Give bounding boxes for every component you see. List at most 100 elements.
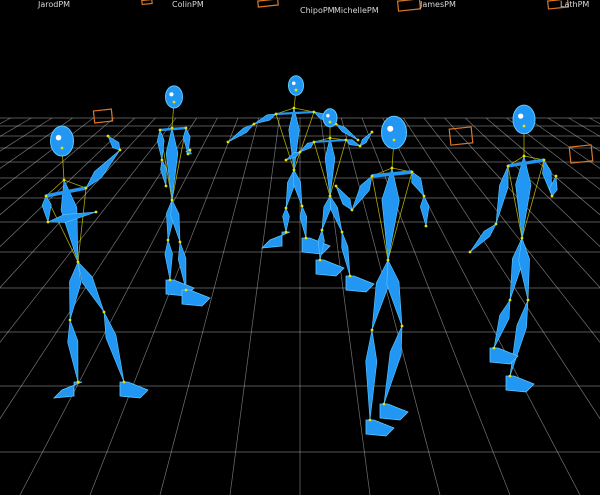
grid-line-depth <box>19 117 218 495</box>
marker-dot <box>170 198 174 202</box>
bone <box>321 194 331 231</box>
bone <box>103 311 125 383</box>
bone <box>253 113 277 125</box>
performer-label-michelle[interactable]: MichellePM <box>334 6 379 16</box>
bone <box>351 175 373 211</box>
marker-dot <box>392 138 396 142</box>
marker-dot <box>340 230 344 234</box>
bone <box>386 258 403 327</box>
marker-dot <box>294 88 298 92</box>
performer-label-jarod[interactable]: JarodPM <box>38 0 70 10</box>
grid-line-depth <box>0 117 94 190</box>
marker-dot <box>184 288 188 292</box>
camera-icon <box>568 144 594 164</box>
performer-label-chipo[interactable]: ChipoPM <box>300 6 335 16</box>
marker-dot <box>494 222 498 226</box>
grid-line-depth <box>547 117 600 152</box>
marker-dot <box>160 158 164 162</box>
bone <box>365 329 378 421</box>
marker-dot <box>166 238 170 242</box>
bone <box>324 137 336 197</box>
marker-dot <box>508 374 512 378</box>
bone <box>469 223 497 253</box>
marker-dot <box>356 138 360 142</box>
marker-dot <box>508 298 512 302</box>
grid-line-depth <box>229 117 280 495</box>
camera-icon <box>257 0 279 8</box>
marker-dot <box>328 136 332 140</box>
marker-dot <box>520 236 524 240</box>
bone <box>335 123 359 141</box>
marker-dot <box>492 346 496 350</box>
marker-dot <box>348 274 352 278</box>
bone <box>165 127 179 201</box>
marker-dot <box>400 324 404 328</box>
marker-dot <box>122 380 126 384</box>
marker-dot <box>226 140 230 144</box>
foot <box>365 419 395 437</box>
marker-dot <box>506 164 510 168</box>
marker-dot <box>522 124 526 128</box>
marker-dot <box>390 166 394 170</box>
marker-dot <box>76 260 80 264</box>
grid-line-depth <box>0 117 32 137</box>
camera-markers <box>92 0 594 164</box>
scene-canvas[interactable] <box>0 0 600 495</box>
performer-label-james[interactable]: JamesPM <box>420 0 456 10</box>
marker-dot <box>94 210 98 214</box>
marker-dot <box>292 106 296 110</box>
marker-dot <box>554 174 558 178</box>
grid-line-depth <box>527 117 600 169</box>
head <box>512 104 536 135</box>
marker-dot <box>178 240 182 244</box>
head <box>165 85 183 109</box>
marker-dot <box>424 224 428 228</box>
marker-dot <box>300 204 304 208</box>
marker-dot <box>60 146 64 150</box>
bone <box>41 195 52 224</box>
grid-line-depth <box>0 117 53 152</box>
marker-dot <box>284 230 288 234</box>
mocap-3d-viewport[interactable]: JarodPM ColinPM ChipoPM MichellePM James… <box>0 0 600 495</box>
head <box>50 125 74 157</box>
shoulder-bar <box>313 138 347 144</box>
marker-dot <box>158 128 162 132</box>
head <box>322 108 338 128</box>
marker-dot <box>522 154 526 158</box>
bone <box>299 204 308 239</box>
marker-dot <box>188 148 192 152</box>
marker-dot <box>382 402 386 406</box>
marker-dot <box>186 152 190 156</box>
grid-line-depth <box>0 117 11 125</box>
grid-line-depth <box>589 117 600 125</box>
bone <box>67 319 79 383</box>
performer-label-lath[interactable]: LathPM <box>560 0 589 10</box>
performer-skeleton-jarod <box>41 125 149 399</box>
marker-dot <box>370 130 374 134</box>
head-marker <box>291 81 296 86</box>
grid-line-depth <box>0 117 135 248</box>
marker-dot <box>318 258 322 262</box>
bone <box>381 166 400 261</box>
marker-dot <box>102 310 106 314</box>
marker-dot <box>44 194 48 198</box>
grid-line-depth <box>465 117 600 248</box>
performer-skeleton-colin <box>156 85 211 307</box>
head-marker <box>55 134 62 141</box>
head-marker <box>169 92 174 97</box>
foot <box>181 289 211 307</box>
camera-icon <box>396 0 422 12</box>
marker-dot <box>386 258 390 262</box>
foot <box>505 375 535 393</box>
foot <box>119 381 149 399</box>
camera-icon <box>141 0 153 6</box>
marker-dot <box>172 100 176 104</box>
marker-dot <box>304 236 308 240</box>
marker-dot <box>118 148 122 152</box>
performer-label-colin[interactable]: ColinPM <box>172 0 204 10</box>
foot <box>379 403 409 421</box>
marker-dot <box>370 328 374 332</box>
marker-dot <box>312 140 316 144</box>
bone <box>419 195 430 227</box>
marker-dot <box>344 138 348 142</box>
